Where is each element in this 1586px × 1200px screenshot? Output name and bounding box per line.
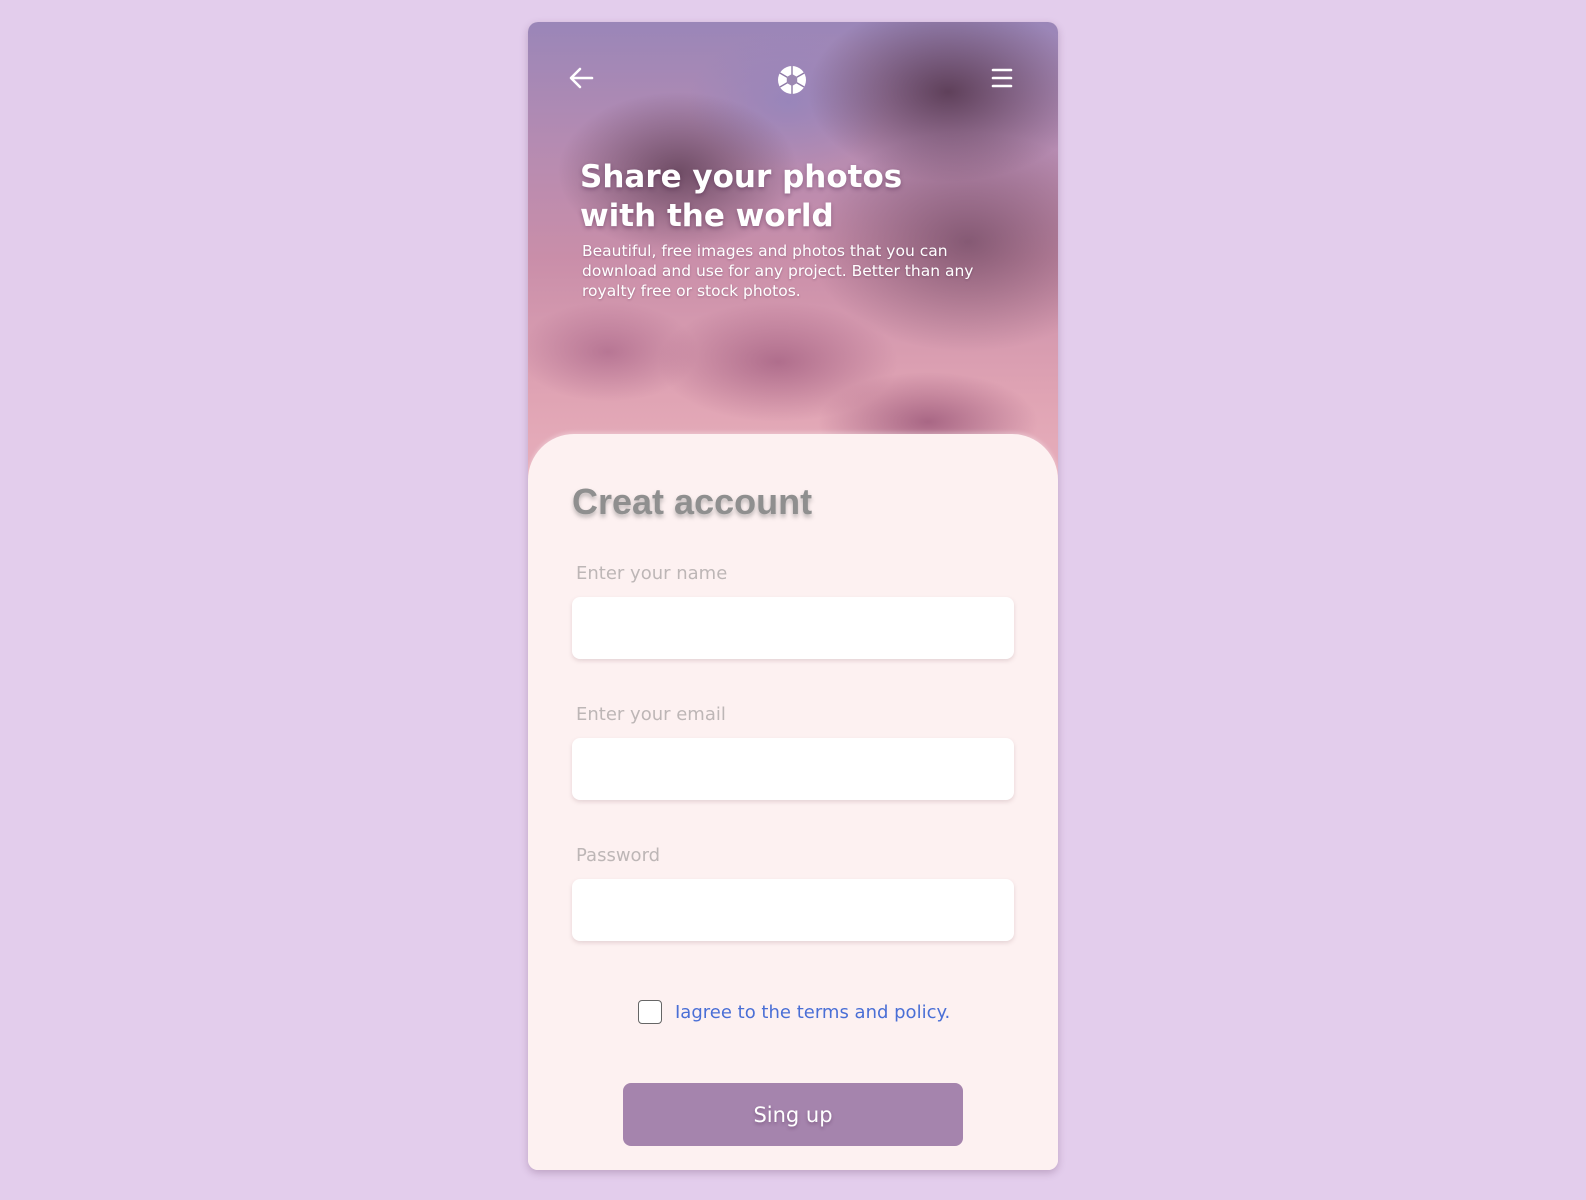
terms-checkbox[interactable] [638,1000,662,1024]
name-input[interactable] [572,597,1014,659]
password-input[interactable] [572,879,1014,941]
terms-link[interactable]: Iagree to the terms and policy. [675,1000,950,1026]
email-input[interactable] [572,738,1014,800]
signup-screen: Share your photos with the world Beautif… [528,22,1058,1170]
email-label: Enter your email [576,704,726,725]
hero-title: Share your photos with the world [580,159,903,234]
form-title: Creat account [572,481,813,522]
camera-aperture-icon [776,64,808,96]
terms-agreement: Iagree to the terms and policy. [638,1000,958,1028]
signup-button[interactable]: Sing up [623,1083,963,1146]
top-nav [528,22,1058,132]
hero-banner: Share your photos with the world Beautif… [528,22,1058,492]
password-label: Password [576,845,661,866]
hero-subtitle: Beautiful, free images and photos that y… [582,242,974,300]
arrow-left-icon[interactable] [566,62,598,94]
hamburger-menu-icon[interactable] [986,62,1018,94]
name-label: Enter your name [576,563,728,584]
signup-form-card: Creat account Enter your name Enter your… [528,434,1058,1170]
